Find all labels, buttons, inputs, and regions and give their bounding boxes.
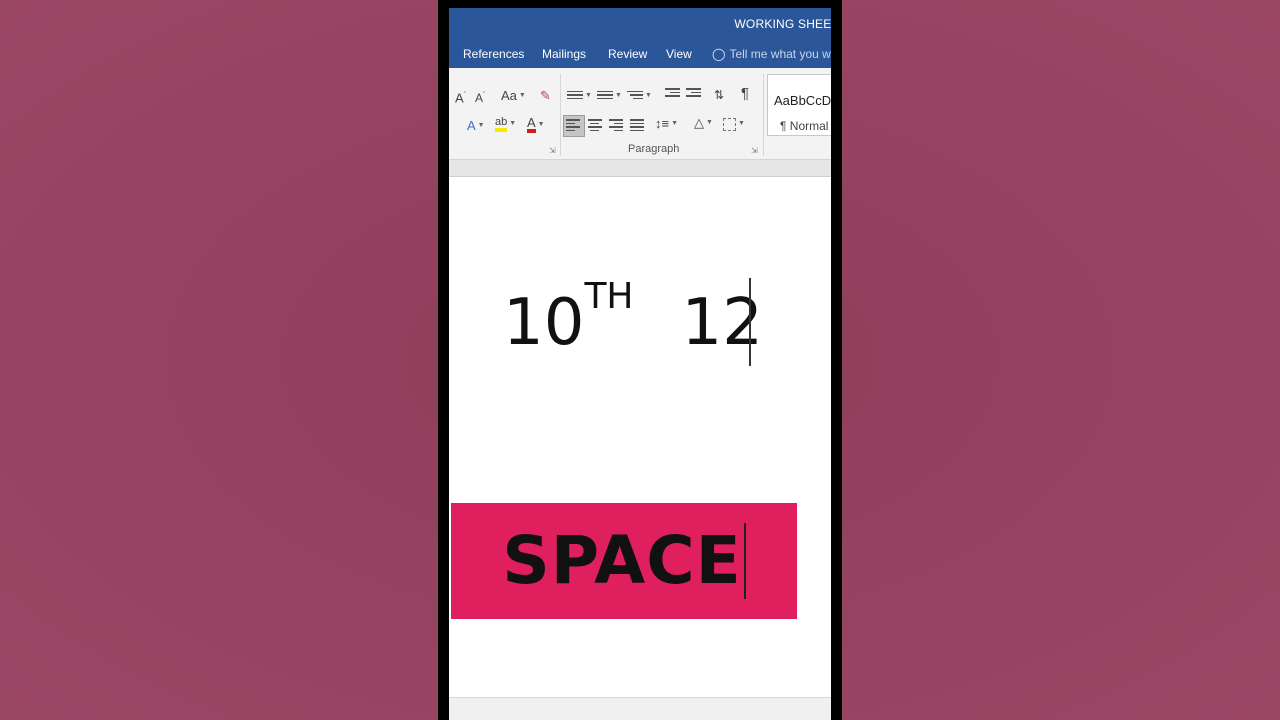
space-key-banner: SPACE bbox=[451, 503, 797, 619]
text-10: 10 bbox=[503, 286, 585, 360]
align-right-icon bbox=[609, 119, 623, 133]
chevron-down-icon: ▼ bbox=[509, 120, 517, 127]
document-page[interactable]: 10TH 12 SPACE bbox=[449, 177, 831, 697]
align-left-button[interactable] bbox=[566, 119, 580, 133]
ribbon-tabs: References Mailings Review View ◯ Tell m… bbox=[449, 42, 831, 68]
chevron-down-icon: ▼ bbox=[477, 122, 485, 129]
numbering-icon bbox=[597, 90, 613, 102]
space-label: SPACE bbox=[502, 522, 742, 599]
chevron-down-icon: ▼ bbox=[738, 120, 745, 127]
font-color-icon: A bbox=[527, 116, 536, 133]
chevron-down-icon: ▼ bbox=[645, 92, 652, 99]
sort-button[interactable]: ⇅ bbox=[714, 87, 724, 103]
borders-button[interactable]: ▼ bbox=[723, 116, 745, 132]
chevron-down-icon: ▼ bbox=[671, 120, 679, 127]
word-app-screen: WORKING SHEET References Mailings Review… bbox=[449, 8, 831, 720]
line-spacing-icon: ↕≡ bbox=[655, 116, 670, 131]
chevron-down-icon: ▼ bbox=[518, 92, 526, 99]
status-bar bbox=[449, 697, 831, 720]
chevron-down-icon: ▼ bbox=[537, 120, 545, 128]
style-normal[interactable]: AaBbCcD ¶ Normal bbox=[767, 74, 831, 136]
change-case-label: Aa bbox=[501, 88, 517, 103]
align-right-button[interactable] bbox=[609, 119, 623, 133]
tell-me-search[interactable]: ◯ Tell me what you w bbox=[712, 47, 831, 61]
line-spacing-button[interactable]: ↕≡ ▼ bbox=[655, 116, 678, 132]
font-dialog-launcher[interactable]: ⇲ bbox=[549, 146, 556, 155]
justify-button[interactable] bbox=[630, 119, 644, 133]
paint-bucket-icon: △ bbox=[694, 115, 704, 130]
chevron-down-icon: ▼ bbox=[585, 92, 592, 99]
tab-review[interactable]: Review bbox=[608, 47, 647, 61]
eraser-icon: ✎ bbox=[540, 88, 551, 103]
grow-font-button[interactable]: Aˆ bbox=[455, 88, 466, 106]
bullets-button[interactable]: ▼ bbox=[567, 88, 592, 104]
tab-view[interactable]: View bbox=[666, 47, 692, 61]
multilevel-list-button[interactable]: ▼ bbox=[627, 88, 652, 104]
bullets-icon bbox=[567, 90, 583, 102]
numbering-button[interactable]: ▼ bbox=[597, 88, 622, 104]
pilcrow-icon: ¶ bbox=[741, 85, 750, 102]
sort-icon: ⇅ bbox=[714, 88, 725, 102]
style-sample-text: AaBbCcD bbox=[774, 93, 831, 108]
decrease-indent-button[interactable] bbox=[665, 88, 680, 99]
show-formatting-button[interactable]: ¶ bbox=[741, 86, 749, 102]
ruler-area bbox=[449, 160, 831, 177]
increase-indent-icon bbox=[686, 88, 701, 99]
text-effects-button[interactable]: A ▼ bbox=[467, 118, 485, 134]
align-center-icon bbox=[588, 119, 602, 133]
shrink-font-button[interactable]: Aˇ bbox=[475, 88, 485, 106]
chevron-down-icon: ▼ bbox=[615, 92, 622, 99]
highlight-color-button[interactable]: ab ▼ bbox=[495, 116, 516, 132]
superscript-th: TH bbox=[584, 276, 634, 317]
multilevel-list-icon bbox=[627, 90, 643, 102]
tab-mailings[interactable]: Mailings bbox=[542, 47, 586, 61]
font-color-button[interactable]: A ▼ bbox=[527, 116, 545, 133]
lightbulb-icon: ◯ bbox=[712, 47, 726, 61]
document-title: WORKING SHEET bbox=[734, 17, 831, 31]
ribbon-home: Aˆ Aˇ Aa ▼ ✎ A ▼ ab ▼ A ▼ ⇲ ▼ ▼ ▼ ⇅ ¶ ↕≡… bbox=[449, 68, 831, 160]
document-text-line[interactable]: 10TH 12 bbox=[503, 277, 763, 361]
group-separator bbox=[560, 74, 561, 156]
banner-cursor bbox=[743, 523, 746, 599]
title-bar: WORKING SHEET bbox=[449, 8, 831, 42]
style-name: ¶ Normal bbox=[780, 119, 829, 133]
text-cursor bbox=[749, 278, 751, 366]
change-case-button[interactable]: Aa ▼ bbox=[501, 88, 526, 104]
tab-references[interactable]: References bbox=[463, 47, 524, 61]
align-left-icon bbox=[566, 119, 580, 133]
paragraph-dialog-launcher[interactable]: ⇲ bbox=[751, 146, 758, 155]
group-separator bbox=[763, 74, 764, 156]
shading-button[interactable]: △ ▼ bbox=[694, 115, 713, 131]
borders-icon bbox=[723, 117, 736, 131]
justify-icon bbox=[630, 119, 644, 133]
decrease-indent-icon bbox=[665, 88, 680, 99]
grow-font-icon: Aˆ bbox=[455, 90, 467, 106]
tell-me-placeholder: Tell me what you w bbox=[729, 47, 831, 61]
chevron-down-icon: ▼ bbox=[706, 119, 713, 126]
increase-indent-button[interactable] bbox=[686, 88, 701, 99]
text-effects-icon: A bbox=[467, 118, 476, 133]
highlighter-icon: ab bbox=[495, 116, 508, 132]
clear-formatting-button[interactable]: ✎ bbox=[540, 88, 551, 104]
paragraph-group-label: Paragraph bbox=[628, 143, 680, 155]
align-center-button[interactable] bbox=[588, 119, 602, 133]
shrink-font-icon: Aˇ bbox=[475, 91, 486, 105]
